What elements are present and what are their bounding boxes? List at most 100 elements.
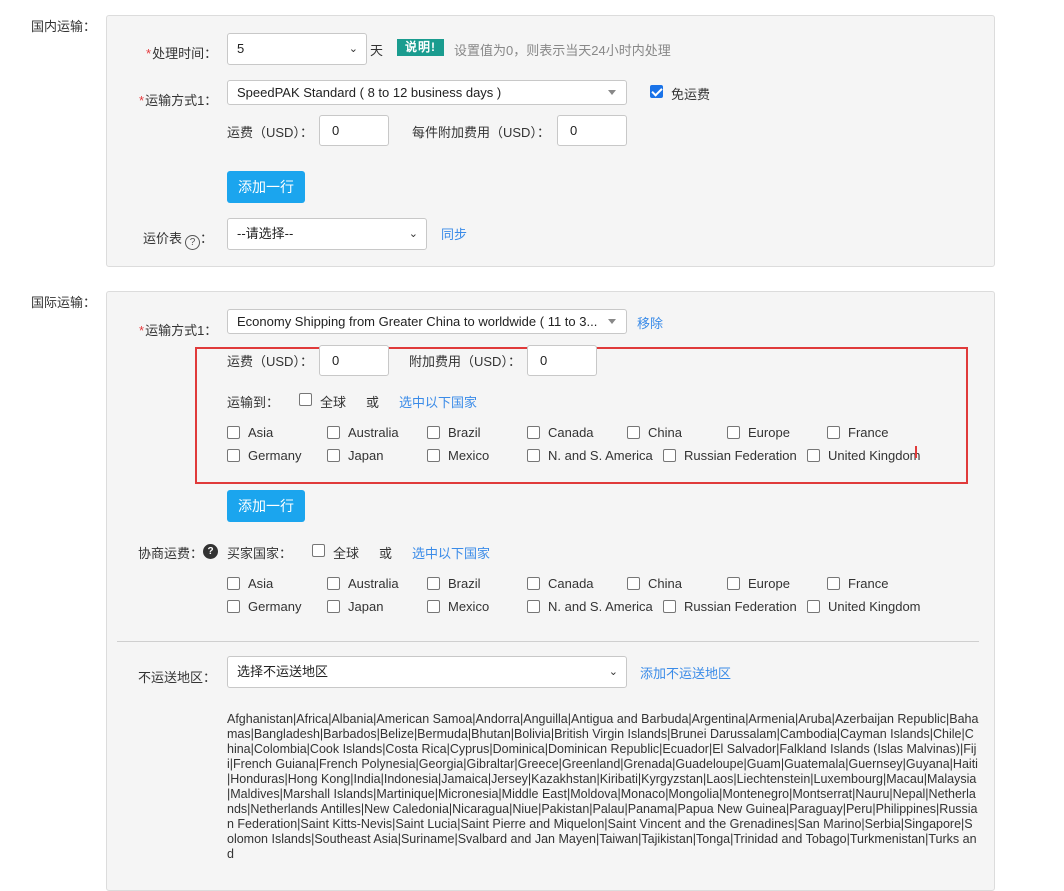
negotiated-region-label-brazil: Brazil	[448, 576, 481, 591]
international-shipping-method-select[interactable]: Economy Shipping from Greater China to w…	[227, 309, 627, 334]
dropdown-triangle-icon	[608, 90, 616, 95]
negotiated-region-checkbox-europe[interactable]	[727, 577, 740, 590]
dropdown-triangle-icon	[608, 319, 616, 324]
negotiated-region-checkbox-brazil[interactable]	[427, 577, 440, 590]
domestic-section-label: 国内运输：	[31, 19, 97, 34]
ship-to-region-checkbox-asia[interactable]	[227, 426, 240, 439]
international-add-row-button[interactable]: 添加一行	[227, 490, 305, 522]
sync-link[interactable]: 同步	[441, 224, 467, 243]
excluded-regions-select[interactable]: 选择不运送地区 ⌄	[227, 656, 627, 688]
negotiated-region-label-china: China	[648, 576, 682, 591]
negotiated-region-label-united-kingdom: United Kingdom	[828, 599, 921, 614]
days-unit: 天	[370, 43, 384, 58]
negotiated-region-label-australia: Australia	[348, 576, 399, 591]
ship-to-label: 运输到：	[227, 395, 280, 410]
ship-to-region-label-germany: Germany	[248, 448, 302, 463]
buyer-country-label: 买家国家：	[227, 546, 293, 561]
negotiated-region-label-canada: Canada	[548, 576, 594, 591]
add-excluded-region-link[interactable]: 添加不运送地区	[640, 663, 731, 682]
negotiated-region-checkbox-australia[interactable]	[327, 577, 340, 590]
negotiated-region-checkbox-mexico[interactable]	[427, 600, 440, 613]
ship-to-region-checkbox-france[interactable]	[827, 426, 840, 439]
handling-time-hint: 设置值为0，则表示当天24小时内处理	[454, 43, 671, 58]
negotiated-region-label-russian-federation: Russian Federation	[684, 599, 797, 614]
ship-to-or-label: 或	[366, 395, 380, 410]
excluded-regions-label: 不运送地区：	[138, 670, 217, 685]
domestic-additional-fee-input[interactable]: 0	[557, 115, 627, 146]
negotiated-region-checkbox-united-kingdom[interactable]	[807, 600, 820, 613]
negotiated-global-checkbox[interactable]	[312, 544, 325, 557]
rate-table-label: 运价表?：	[143, 231, 214, 250]
ship-to-region-label-australia: Australia	[348, 425, 399, 440]
negotiated-region-checkbox-china[interactable]	[627, 577, 640, 590]
domestic-add-row-button[interactable]: 添加一行	[227, 171, 305, 203]
section-divider	[117, 641, 979, 642]
ship-to-region-checkbox-australia[interactable]	[327, 426, 340, 439]
rate-table-select[interactable]: --请选择-- ⌄	[227, 218, 427, 250]
ship-to-region-label-china: China	[648, 425, 682, 440]
help-question-icon[interactable]: ?	[203, 544, 218, 559]
ship-to-region-checkbox-brazil[interactable]	[427, 426, 440, 439]
ship-to-select-countries-link[interactable]: 选中以下国家	[399, 392, 477, 411]
help-question-icon[interactable]: ?	[185, 235, 201, 250]
ship-to-region-checkbox-mexico[interactable]	[427, 449, 440, 462]
international-shipping-fee-label: 运费（USD）：	[227, 354, 313, 369]
negotiated-region-checkbox-canada[interactable]	[527, 577, 540, 590]
ship-to-region-checkbox-japan[interactable]	[327, 449, 340, 462]
ship-to-region-checkbox-canada[interactable]	[527, 426, 540, 439]
text-cursor	[915, 446, 917, 458]
negotiated-region-label-n-and-s-america: N. and S. America	[548, 599, 653, 614]
remove-shipping-method-link[interactable]: 移除	[637, 313, 663, 332]
negotiated-region-label-japan: Japan	[348, 599, 384, 614]
international-shipping-fee-input[interactable]: 0	[319, 345, 389, 376]
handling-time-label: *处理时间：	[146, 46, 218, 61]
domestic-shipping-method-select[interactable]: SpeedPAK Standard ( 8 to 12 business day…	[227, 80, 627, 105]
handling-time-select[interactable]: 5 ⌄	[227, 33, 367, 65]
ship-to-region-checkbox-germany[interactable]	[227, 449, 240, 462]
negotiated-global-label: 全球	[333, 546, 360, 561]
negotiated-region-label-france: France	[848, 576, 889, 591]
domestic-shipping-method-label: *运输方式1：	[139, 93, 218, 108]
ship-to-region-label-asia: Asia	[248, 425, 274, 440]
international-additional-fee-label: 附加费用（USD）：	[409, 354, 521, 369]
ship-to-region-label-n-and-s-america: N. and S. America	[548, 448, 653, 463]
ship-to-region-checkbox-russian-federation[interactable]	[663, 449, 676, 462]
negotiated-shipping-label: 协商运费：	[138, 546, 204, 561]
negotiated-or-label: 或	[379, 546, 393, 561]
chevron-down-icon: ⌄	[408, 228, 418, 240]
ship-to-region-label-mexico: Mexico	[448, 448, 490, 463]
negotiated-region-label-germany: Germany	[248, 599, 302, 614]
ship-to-region-label-russian-federation: Russian Federation	[684, 448, 797, 463]
negotiated-region-checkbox-asia[interactable]	[227, 577, 240, 590]
free-shipping-checkbox[interactable]	[650, 85, 663, 98]
ship-to-region-label-united-kingdom: United Kingdom	[828, 448, 921, 463]
international-additional-fee-input[interactable]: 0	[527, 345, 597, 376]
negotiated-select-countries-link[interactable]: 选中以下国家	[412, 543, 490, 562]
domestic-shipping-fee-label: 运费（USD）：	[227, 125, 313, 140]
negotiated-region-checkbox-japan[interactable]	[327, 600, 340, 613]
negotiated-region-checkbox-france[interactable]	[827, 577, 840, 590]
negotiated-region-checkbox-germany[interactable]	[227, 600, 240, 613]
ship-to-global-checkbox[interactable]	[299, 393, 312, 406]
domestic-additional-fee-label: 每件附加费用（USD）：	[412, 125, 550, 140]
ship-to-region-label-canada: Canada	[548, 425, 594, 440]
negotiated-region-checkbox-n-and-s-america[interactable]	[527, 600, 540, 613]
international-section-label: 国际运输：	[31, 295, 97, 310]
ship-to-region-label-france: France	[848, 425, 889, 440]
ship-to-region-checkbox-united-kingdom[interactable]	[807, 449, 820, 462]
negotiated-region-label-asia: Asia	[248, 576, 274, 591]
chevron-down-icon: ⌄	[348, 43, 358, 55]
negotiated-region-label-mexico: Mexico	[448, 599, 490, 614]
excluded-countries-list: Afghanistan|Africa|Albania|American Samo…	[227, 712, 979, 861]
ship-to-region-checkbox-n-and-s-america[interactable]	[527, 449, 540, 462]
negotiated-region-label-europe: Europe	[748, 576, 790, 591]
ship-to-region-label-europe: Europe	[748, 425, 790, 440]
ship-to-region-checkbox-europe[interactable]	[727, 426, 740, 439]
note-badge: 说明!	[397, 39, 444, 56]
ship-to-global-label: 全球	[320, 395, 347, 410]
ship-to-region-label-brazil: Brazil	[448, 425, 481, 440]
ship-to-region-label-japan: Japan	[348, 448, 384, 463]
ship-to-region-checkbox-china[interactable]	[627, 426, 640, 439]
domestic-shipping-fee-input[interactable]: 0	[319, 115, 389, 146]
negotiated-region-checkbox-russian-federation[interactable]	[663, 600, 676, 613]
